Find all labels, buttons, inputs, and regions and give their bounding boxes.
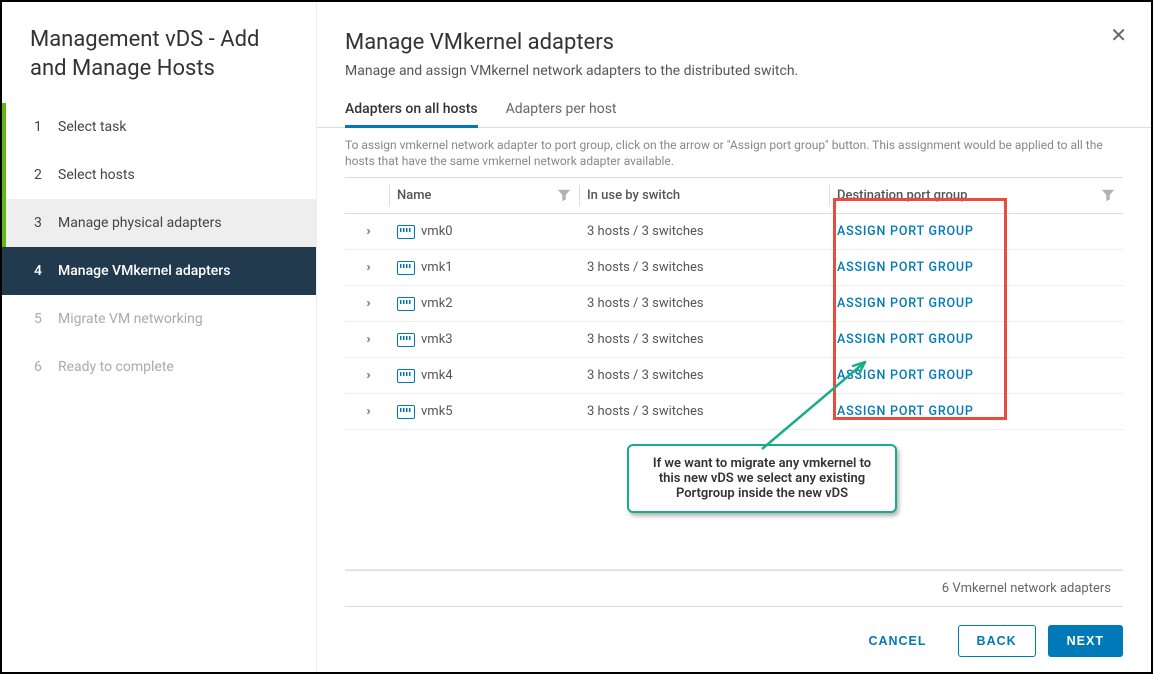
nic-icon (397, 405, 415, 419)
cancel-button[interactable]: CANCEL (849, 625, 945, 657)
col-label: Name (397, 188, 432, 203)
nic-icon (397, 297, 415, 311)
button-bar: CANCEL BACK NEXT (317, 607, 1151, 677)
step-number: 1 (34, 119, 58, 135)
wizard-sidebar: Management vDS - Add and Manage Hosts 1 … (2, 2, 317, 672)
step-label: Manage physical adapters (58, 215, 222, 231)
adapter-name: vmk4 (421, 368, 453, 383)
col-expand (345, 178, 389, 214)
close-icon[interactable]: ✕ (1110, 26, 1127, 46)
table-row: ›› vmk4 3 hosts / 3 switches ASSIGN PORT GR… (345, 358, 1123, 394)
annotation-callout: If we want to migrate any vmkernel to th… (627, 444, 897, 513)
table-row: ›› vmk5 3 hosts / 3 switches ASSIGN PORT GR… (345, 394, 1123, 430)
step-label: Manage VMkernel adapters (58, 263, 230, 279)
col-label: Destination port group (837, 188, 967, 203)
nic-icon (397, 369, 415, 383)
step-label: Migrate VM networking (58, 311, 203, 327)
wizard-steps: 1 Select task 2 Select hosts 3 Manage ph… (2, 103, 316, 391)
expand-icon[interactable]: ›› (366, 332, 368, 347)
main-panel: ✕ Manage VMkernel adapters Manage and as… (317, 2, 1151, 672)
adapter-name: vmk2 (421, 296, 453, 311)
switch-usage: 3 hosts / 3 switches (587, 368, 704, 383)
expand-icon[interactable]: ›› (366, 368, 368, 383)
step-number: 3 (34, 215, 58, 231)
table-footer-count: 6 Vmkernel network adapters (345, 570, 1123, 607)
tab-adapters-all-hosts[interactable]: Adapters on all hosts (345, 91, 478, 128)
step-select-task[interactable]: 1 Select task (2, 103, 316, 151)
table-row: ›› vmk2 3 hosts / 3 switches ASSIGN PORT GR… (345, 286, 1123, 322)
adapter-name: vmk5 (421, 404, 453, 419)
step-label: Select hosts (58, 167, 135, 183)
tab-adapters-per-host[interactable]: Adapters per host (506, 91, 617, 128)
wizard-title: Management vDS - Add and Manage Hosts (2, 26, 316, 103)
step-manage-physical[interactable]: 3 Manage physical adapters (2, 199, 316, 247)
col-dest[interactable]: Destination port group (829, 178, 1123, 214)
step-ready[interactable]: 6 Ready to complete (2, 343, 316, 391)
adapter-name: vmk1 (421, 260, 453, 275)
page-subtitle: Manage and assign VMkernel network adapt… (345, 63, 1123, 79)
step-manage-vmkernel[interactable]: 4 Manage VMkernel adapters (2, 247, 316, 295)
nic-icon (397, 333, 415, 347)
adapter-name: vmk0 (421, 224, 453, 239)
assign-port-group-link[interactable]: ASSIGN PORT GROUP (837, 224, 974, 239)
expand-icon[interactable]: ›› (366, 404, 368, 419)
step-number: 4 (34, 263, 58, 279)
switch-usage: 3 hosts / 3 switches (587, 332, 704, 347)
instruction-text: To assign vmkernel network adapter to po… (317, 128, 1151, 177)
switch-usage: 3 hosts / 3 switches (587, 260, 704, 275)
step-number: 5 (34, 311, 58, 327)
page-title: Manage VMkernel adapters (345, 30, 1123, 55)
table-row: ›› vmk3 3 hosts / 3 switches ASSIGN PORT GR… (345, 322, 1123, 358)
switch-usage: 3 hosts / 3 switches (587, 404, 704, 419)
expand-icon[interactable]: ›› (366, 260, 368, 275)
table-row: ›› vmk0 3 hosts / 3 switches ASSIGN PORT GR… (345, 214, 1123, 250)
col-label: In use by switch (587, 188, 680, 203)
back-button[interactable]: BACK (958, 625, 1036, 657)
filter-icon[interactable] (557, 188, 571, 202)
assign-port-group-link[interactable]: ASSIGN PORT GROUP (837, 296, 974, 311)
assign-port-group-link[interactable]: ASSIGN PORT GROUP (837, 368, 974, 383)
step-migrate-vm[interactable]: 5 Migrate VM networking (2, 295, 316, 343)
expand-icon[interactable]: ›› (366, 224, 368, 239)
col-in-use[interactable]: In use by switch (579, 178, 829, 214)
tab-label: Adapters on all hosts (345, 101, 478, 117)
step-number: 2 (34, 167, 58, 183)
table-row: ›› vmk1 3 hosts / 3 switches ASSIGN PORT GR… (345, 250, 1123, 286)
assign-port-group-link[interactable]: ASSIGN PORT GROUP (837, 260, 974, 275)
expand-icon[interactable]: ›› (366, 296, 368, 311)
tab-label: Adapters per host (506, 101, 617, 117)
next-button[interactable]: NEXT (1048, 625, 1123, 657)
step-number: 6 (34, 359, 58, 375)
step-label: Ready to complete (58, 359, 174, 375)
nic-icon (397, 225, 415, 239)
switch-usage: 3 hosts / 3 switches (587, 296, 704, 311)
assign-port-group-link[interactable]: ASSIGN PORT GROUP (837, 404, 974, 419)
step-select-hosts[interactable]: 2 Select hosts (2, 151, 316, 199)
switch-usage: 3 hosts / 3 switches (587, 224, 704, 239)
tabs: Adapters on all hosts Adapters per host (317, 91, 1151, 128)
step-label: Select task (58, 119, 126, 135)
adapter-name: vmk3 (421, 332, 453, 347)
col-name[interactable]: Name (389, 178, 579, 214)
filter-icon[interactable] (1101, 188, 1115, 202)
nic-icon (397, 261, 415, 275)
assign-port-group-link[interactable]: ASSIGN PORT GROUP (837, 332, 974, 347)
